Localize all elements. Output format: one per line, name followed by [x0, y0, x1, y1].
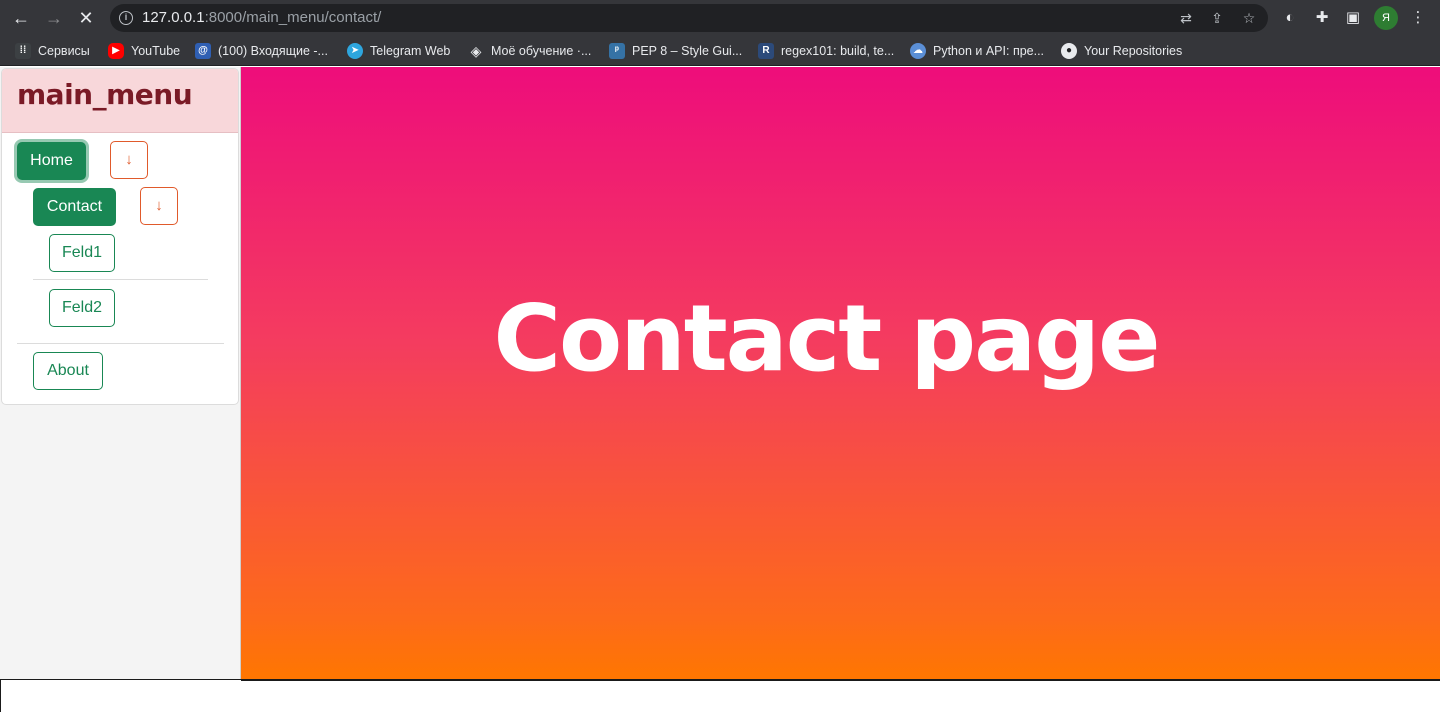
- about-button[interactable]: About: [33, 352, 103, 390]
- bookmark-inbox[interactable]: @ (100) Входящие -...: [195, 41, 328, 61]
- address-bar[interactable]: i 127.0.0.1:8000/main_menu/contact/ ⇄ ⇪ …: [110, 4, 1268, 32]
- regex101-icon: R: [758, 43, 774, 59]
- bookmark-label: Telegram Web: [370, 44, 451, 58]
- bookmark-pep8[interactable]: ᵖ PEP 8 – Style Gui...: [609, 41, 742, 61]
- left-edge-border: [0, 679, 1, 712]
- bookmark-repositories[interactable]: ● Your Repositories: [1061, 41, 1182, 61]
- frame-bottom-border: [241, 679, 1440, 681]
- extension-icon[interactable]: ◐: [1278, 6, 1302, 30]
- home-button[interactable]: Home: [17, 142, 86, 180]
- contact-expand-arrow-icon[interactable]: ↓: [140, 187, 178, 225]
- side-panel-icon[interactable]: ▣: [1341, 6, 1365, 30]
- diamond-icon: ◈: [470, 43, 482, 59]
- url-host: 127.0.0.1: [142, 9, 205, 26]
- contact-button[interactable]: Contact: [33, 188, 116, 226]
- hero-banner: Contact page: [241, 67, 1440, 680]
- sidebar-bottom-border: [0, 679, 241, 680]
- profile-avatar[interactable]: Я: [1374, 6, 1398, 30]
- submenu-divider: [33, 279, 208, 280]
- page-viewport: main_menu Home ↓ Contact ↓ Feld1 Feld2 A…: [0, 67, 1440, 712]
- translate-icon[interactable]: ⇄: [1177, 9, 1195, 27]
- bookmark-services[interactable]: ⁞⁞ Сервисы: [15, 41, 90, 61]
- extensions-puzzle-icon[interactable]: ✚: [1310, 6, 1334, 30]
- bookmark-label: Сервисы: [38, 44, 90, 58]
- telegram-icon: ➤: [347, 43, 363, 59]
- bookmark-regex101[interactable]: Rregex101: build, te...: [758, 41, 894, 61]
- youtube-icon: ▶: [108, 43, 124, 59]
- bookmark-youtube[interactable]: ▶ YouTube: [108, 41, 180, 61]
- apps-grid-icon: ⁞⁞: [15, 43, 31, 59]
- cloud-icon: ☁: [910, 43, 926, 59]
- feld1-button[interactable]: Feld1: [49, 234, 115, 272]
- bookmark-label: regex101: build, te...: [781, 44, 895, 58]
- github-icon: ●: [1061, 43, 1077, 59]
- bookmark-learning[interactable]: ◈ Моё обучение ·...: [468, 41, 592, 61]
- bookmark-telegram[interactable]: ➤ Telegram Web: [347, 41, 450, 61]
- bookmark-label: PEP 8 – Style Gui...: [632, 44, 743, 58]
- python-icon: ᵖ: [609, 43, 625, 59]
- main-menu-card: main_menu Home ↓ Contact ↓ Feld1 Feld2 A…: [1, 68, 239, 405]
- bookmark-label: YouTube: [131, 44, 181, 58]
- page-title: Contact page: [493, 285, 1160, 392]
- bookmark-star-icon[interactable]: ☆: [1240, 9, 1258, 27]
- home-expand-arrow-icon[interactable]: ↓: [110, 141, 148, 179]
- browser-toolbar: ← → ✕ i 127.0.0.1:8000/main_menu/contact…: [0, 0, 1440, 36]
- bookmarks-bar: ⁞⁞ Сервисы ▶ YouTube @ (100) Входящие -... …: [0, 36, 1440, 66]
- feld2-button[interactable]: Feld2: [49, 289, 115, 327]
- mail-at-icon: @: [195, 43, 211, 59]
- url-path: :8000/main_menu/contact/: [204, 9, 382, 26]
- forward-icon[interactable]: →: [42, 6, 66, 30]
- brand-title: main_menu: [17, 78, 193, 111]
- bookmark-label: Моё обучение ·...: [491, 44, 592, 58]
- share-icon[interactable]: ⇪: [1208, 9, 1226, 27]
- site-info-icon[interactable]: i: [119, 11, 133, 25]
- bookmark-python-api[interactable]: ☁ Python и API: пре...: [910, 41, 1044, 61]
- bookmark-label: Python и API: пре...: [933, 44, 1045, 58]
- sidebar: main_menu Home ↓ Contact ↓ Feld1 Feld2 A…: [0, 67, 241, 680]
- back-icon[interactable]: ←: [9, 6, 33, 30]
- browser-menu-icon[interactable]: ⋮: [1406, 6, 1430, 30]
- url-text[interactable]: 127.0.0.1:8000/main_menu/contact/: [142, 9, 381, 26]
- bookmark-label: (100) Входящие -...: [218, 44, 328, 58]
- menu-header: main_menu: [2, 69, 238, 133]
- bookmark-label: Your Repositories: [1084, 44, 1183, 58]
- menu-divider: [17, 343, 224, 344]
- stop-loading-icon[interactable]: ✕: [74, 6, 98, 30]
